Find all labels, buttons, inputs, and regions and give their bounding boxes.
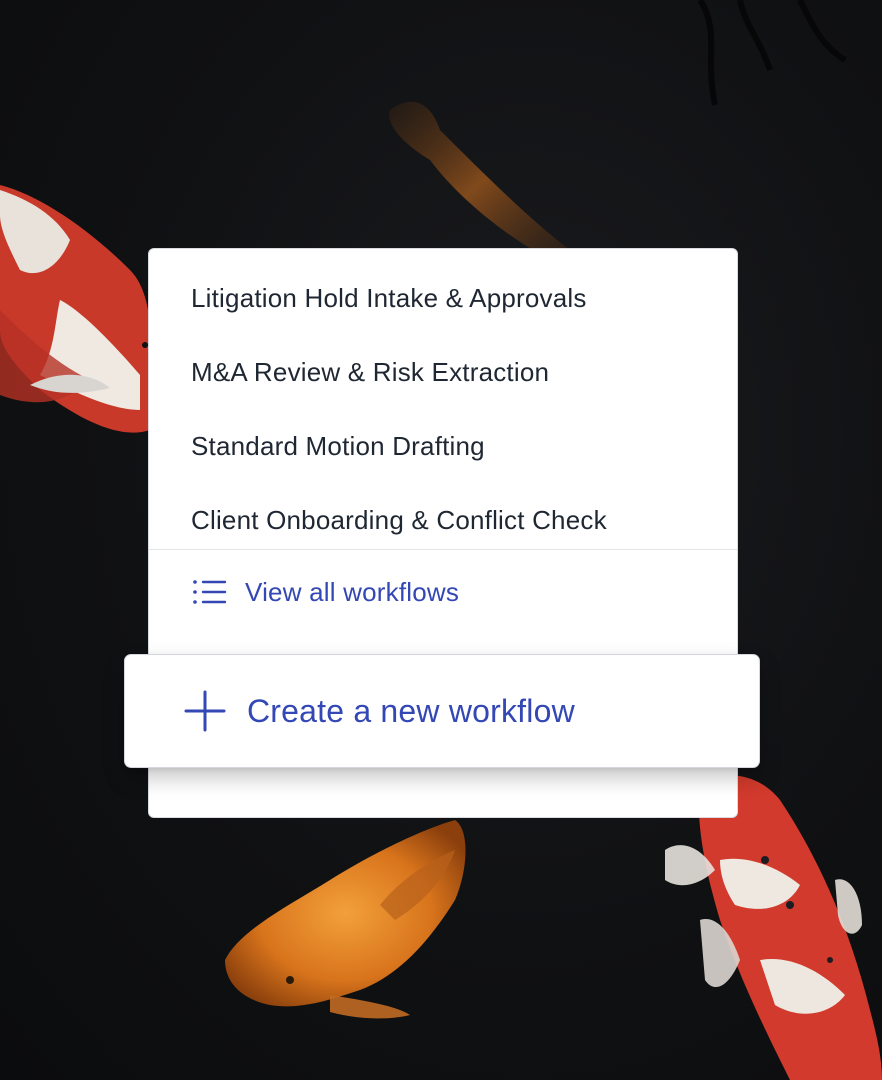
- workflow-menu-item[interactable]: Client Onboarding & Conflict Check: [191, 483, 731, 557]
- list-icon: [191, 578, 227, 606]
- view-all-workflows-link[interactable]: View all workflows: [191, 559, 459, 625]
- view-all-workflows-label: View all workflows: [245, 576, 460, 607]
- menu-divider: [149, 549, 737, 550]
- workflow-menu-item[interactable]: Standard Motion Drafting: [191, 409, 731, 483]
- workflow-menu-item[interactable]: Litigation Hold Intake & Approvals: [191, 261, 731, 335]
- plus-icon: [183, 689, 227, 733]
- create-new-workflow-label: Create a new workflow: [247, 692, 575, 729]
- create-new-workflow-button[interactable]: Create a new workflow: [124, 654, 760, 768]
- app-stage: Litigation Hold Intake & Approvals M&A R…: [0, 0, 882, 1080]
- workflow-menu-item[interactable]: M&A Review & Risk Extraction: [191, 335, 731, 409]
